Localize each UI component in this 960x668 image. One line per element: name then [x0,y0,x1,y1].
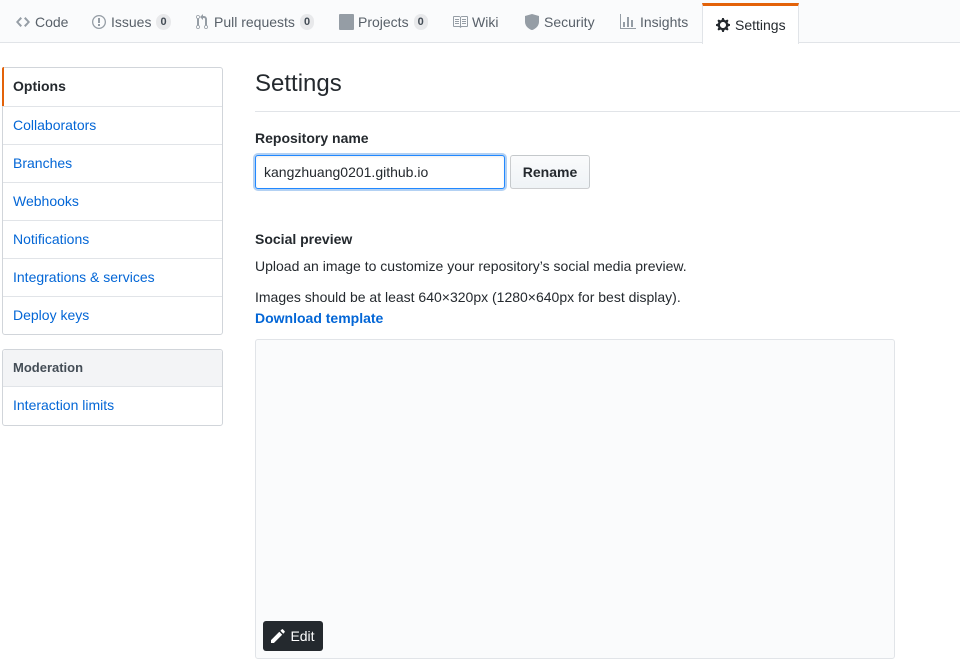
edit-social-preview-button[interactable]: Edit [263,621,323,651]
edit-button-label: Edit [290,628,315,644]
pulls-counter: 0 [299,13,315,30]
page-title: Settings [255,70,342,97]
sidebar-item-options[interactable]: Options [2,67,222,106]
social-preview-description: Upload an image to customize your reposi… [255,258,687,274]
projects-counter: 0 [413,13,428,30]
tab-security-label: Security [544,13,595,30]
pencil-icon [271,629,286,643]
download-template-link[interactable]: Download template [255,310,383,326]
git-pull-request-icon [194,13,210,30]
tab-projects-label: Projects [358,13,409,30]
moderation-menu: Moderation Interaction limits [2,349,223,426]
sidebar-item-notifications[interactable]: Notifications [3,220,222,258]
title-divider [255,111,960,112]
repository-name-label: Repository name [255,130,369,146]
social-preview-image-area [255,339,895,659]
tab-insights[interactable]: Insights [620,0,688,43]
sidebar-item-integrations[interactable]: Integrations & services [3,258,222,296]
project-icon [338,13,354,30]
tab-wiki[interactable]: Wiki [452,0,498,43]
sidebar-item-branches[interactable]: Branches [3,144,222,182]
sidebar-item-deploy-keys[interactable]: Deploy keys [3,296,222,334]
tab-security[interactable]: Security [524,0,595,43]
tab-pull-requests-label: Pull requests [214,13,295,30]
tab-pull-requests[interactable]: Pull requests 0 [194,0,315,43]
moderation-heading: Moderation [3,350,222,387]
issue-opened-icon [91,14,107,30]
book-icon [452,14,468,30]
tab-insights-label: Insights [640,13,689,30]
sidebar-item-collaborators[interactable]: Collaborators [3,106,222,144]
tab-settings-label: Settings [735,17,786,33]
sidebar-item-webhooks[interactable]: Webhooks [3,182,222,220]
tab-issues-label: Issues [111,13,152,30]
tab-issues[interactable]: Issues 0 [91,0,171,43]
social-preview-heading: Social preview [255,231,353,247]
sidebar-item-interaction-limits[interactable]: Interaction limits [3,387,222,425]
repo-nav-tabs: Code Issues 0 Pull requests 0 Projects 0… [0,0,960,44]
tab-code-label: Code [35,13,69,30]
issues-counter: 0 [156,13,171,30]
tab-code[interactable]: Code [15,0,68,43]
tab-settings[interactable]: Settings [702,3,799,44]
settings-menu: Options Collaborators Branches Webhooks … [2,67,223,335]
gear-icon [715,17,731,33]
graph-icon [620,13,636,30]
rename-button[interactable]: Rename [510,155,590,189]
tab-wiki-label: Wiki [472,13,499,30]
repository-name-input[interactable] [255,155,505,189]
shield-icon [524,13,540,30]
code-icon [15,14,31,30]
social-preview-size-note: Images should be at least 640×320px (128… [255,289,681,305]
tab-projects[interactable]: Projects 0 [338,0,428,43]
